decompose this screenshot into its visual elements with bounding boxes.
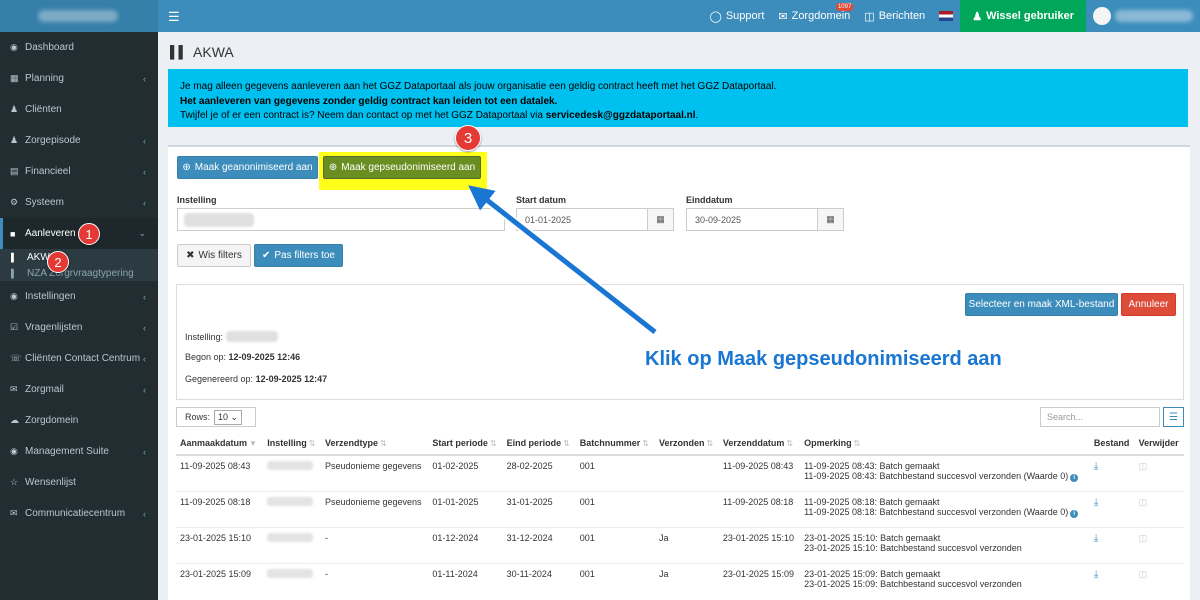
rows-select[interactable]: 10 ⌄: [214, 409, 243, 425]
col-verzenddatum[interactable]: Verzenddatum ⇅: [718, 431, 801, 456]
table-row: 23-01-2025 15:09 - 01-11-2024 30-11-2024…: [176, 562, 1184, 599]
sort-icon: ⇅: [642, 438, 649, 448]
search-input[interactable]: Search...: [1040, 407, 1160, 427]
sort-desc-icon: ▼: [249, 438, 257, 448]
cell-eind: 31-01-2025: [502, 490, 576, 527]
cell-eind: 28-02-2025: [502, 454, 576, 491]
cell-batch: 001: [575, 562, 655, 599]
cell-opmerking: 11-09-2025 08:43: Batch gemaakt 11-09-202…: [800, 454, 1090, 491]
trash-icon[interactable]: ◫: [1139, 569, 1148, 579]
sort-icon: ⇅: [853, 438, 861, 448]
instelling-blurred: [267, 568, 314, 578]
cell-verzendtype: -: [320, 526, 429, 563]
col-eind-periode[interactable]: Eind periode ⇅: [502, 431, 576, 456]
cell-verzonden: [655, 454, 719, 491]
cell-start: 01-01-2025: [428, 490, 503, 527]
info-icon[interactable]: i: [1070, 474, 1079, 482]
sort-icon: ⇅: [786, 438, 794, 448]
col-opmerking[interactable]: Opmerking ⇅: [800, 431, 1090, 456]
col-start-periode[interactable]: Start periode ⇅: [428, 431, 503, 456]
cell-bestand: ⤓: [1089, 490, 1135, 527]
cell-verwijder: ◫: [1134, 490, 1184, 527]
cell-instelling: [263, 490, 321, 527]
table-header-row: Aanmaakdatum ▼ Instelling ⇅ Verzendtype ⇅ S…: [176, 431, 1184, 456]
col-aanmaakdatum[interactable]: Aanmaakdatum ▼: [176, 431, 264, 456]
col-instelling[interactable]: Instelling ⇅: [263, 431, 321, 456]
cell-aanmaak: 11-09-2025 08:43: [176, 454, 264, 491]
trash-icon[interactable]: ◫: [1139, 461, 1148, 471]
cell-bestand: ⤓: [1089, 454, 1135, 491]
cell-aanmaak: 11-09-2025 08:18: [176, 490, 264, 527]
cell-verwijder: ◫: [1134, 526, 1184, 563]
cell-eind: 31-12-2024: [502, 526, 576, 563]
cell-verzendtype: -: [320, 562, 429, 599]
cell-verzendtype: Pseudoniеme gegevens: [320, 454, 429, 491]
col-verzendtype[interactable]: Verzendtype ⇅: [320, 431, 429, 456]
cell-verzonden: Ja: [655, 526, 719, 563]
table-row: 11-09-2025 08:43 Pseudoniеme gegevens 01…: [176, 454, 1184, 491]
akwa-table: Aanmaakdatum ▼ Instelling ⇅ Verzendtype ⇅ S…: [176, 431, 1184, 599]
cell-verzenddatum: 11-09-2025 08:43: [718, 454, 801, 491]
cell-instelling: [263, 562, 321, 599]
trash-icon[interactable]: ◫: [1139, 497, 1148, 507]
cell-instelling: [263, 526, 321, 563]
list-view-icon[interactable]: ☰: [1163, 407, 1184, 427]
info-icon[interactable]: i: [1070, 509, 1079, 518]
download-icon[interactable]: ⤓: [1094, 533, 1098, 544]
annotation-text: Klik op Maak gepseudonimiseerd aan: [645, 348, 1002, 370]
sort-icon: ⇅: [380, 438, 387, 448]
cell-verzenddatum: 23-01-2025 15:09: [718, 562, 801, 599]
sort-icon: ⇅: [489, 438, 497, 448]
cell-opmerking: 11-09-2025 08:18: Batch gemaakt 11-09-202…: [800, 490, 1090, 527]
cell-bestand: ⤓: [1089, 526, 1135, 563]
cell-verwijder: ◫: [1134, 562, 1184, 599]
rows-per-page[interactable]: Rows: 10 ⌄: [176, 407, 256, 427]
col-bestand: Bestand: [1089, 431, 1135, 456]
download-icon[interactable]: ⤓: [1094, 569, 1098, 580]
cell-batch: 001: [575, 526, 655, 563]
cell-verzendtype: Pseudoniеme gegevens: [320, 490, 429, 527]
cell-verwijder: ◫: [1134, 454, 1184, 491]
sort-icon: ⇅: [563, 438, 570, 448]
cell-opmerking: 23-01-2025 15:09: Batch gemaakt 23-01-202…: [800, 562, 1090, 599]
cell-batch: 001: [575, 490, 655, 527]
cell-bestand: ⤓: [1089, 562, 1135, 599]
download-icon[interactable]: ⤓: [1094, 497, 1098, 508]
cell-verzenddatum: 23-01-2025 15:10: [718, 526, 801, 563]
cell-opmerking: 23-01-2025 15:10: Batch gemaakt 23-01-202…: [800, 526, 1090, 563]
sort-icon: ⇅: [706, 438, 714, 448]
col-verzonden[interactable]: Verzonden ⇅: [655, 431, 719, 456]
table-row: 23-01-2025 15:10 - 01-12-2024 31-12-2024…: [176, 526, 1184, 563]
cell-aanmaak: 23-01-2025 15:10: [176, 526, 264, 563]
cell-start: 01-02-2025: [428, 454, 503, 491]
instelling-blurred: [267, 461, 314, 470]
table-row: 11-09-2025 08:18 Pseudoniеme gegevens 01…: [176, 490, 1184, 527]
instelling-blurred: [267, 532, 314, 542]
cell-instelling: [263, 454, 321, 491]
instelling-blurred: [267, 496, 314, 506]
cell-start: 01-12-2024: [428, 526, 503, 563]
cell-eind: 30-11-2024: [502, 562, 576, 599]
cell-batch: 001: [575, 454, 655, 491]
cell-aanmaak: 23-01-2025 15:09: [176, 562, 264, 599]
col-verwijder: Verwijder: [1134, 431, 1184, 456]
download-icon[interactable]: ⤓: [1094, 461, 1098, 472]
sort-icon: ⇅: [308, 438, 316, 448]
trash-icon[interactable]: ◫: [1139, 533, 1148, 543]
cell-verzonden: [655, 490, 719, 527]
cell-verzonden: Ja: [655, 562, 719, 599]
col-batchnummer[interactable]: Batchnummer ⇅: [575, 431, 655, 456]
cell-start: 01-11-2024: [428, 562, 503, 599]
cell-verzenddatum: 11-09-2025 08:18: [718, 490, 801, 527]
